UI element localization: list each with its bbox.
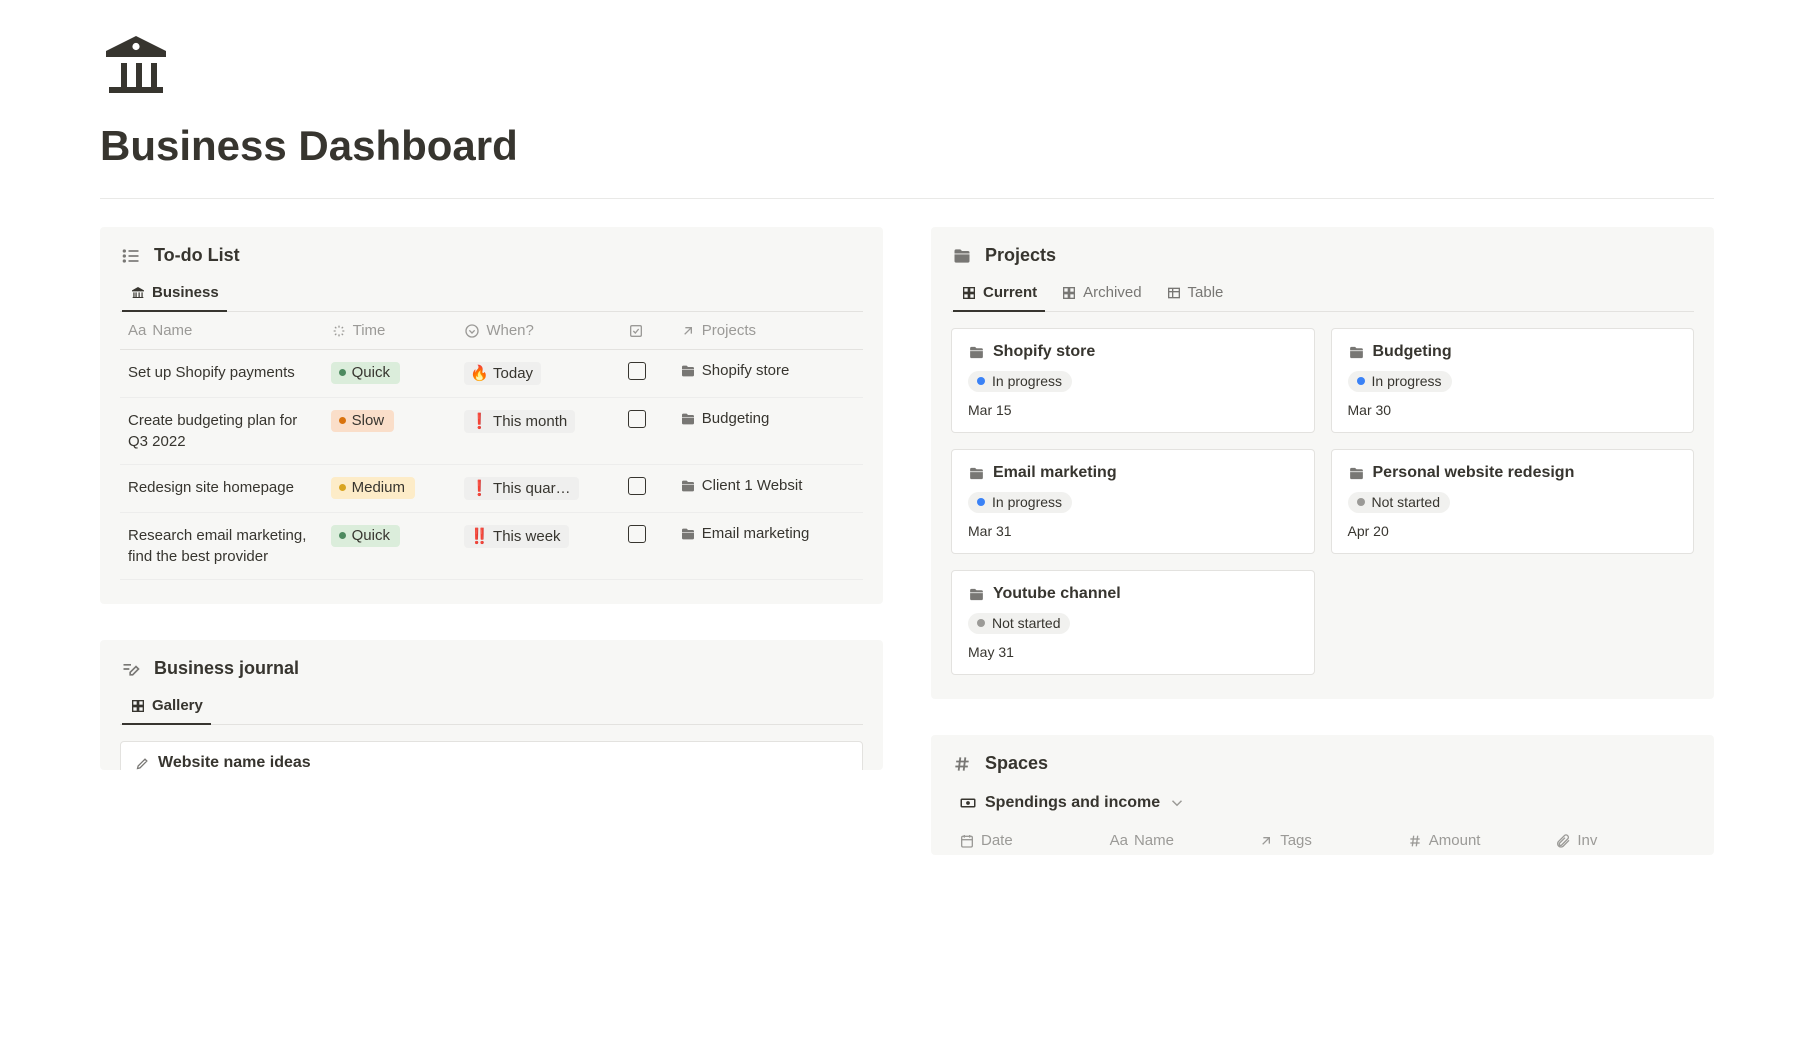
todo-title[interactable]: To-do List [154,245,240,266]
time-pill: Medium [331,477,415,499]
card-title: Personal website redesign [1348,464,1678,482]
col-projects[interactable]: Projects [670,312,863,350]
divider [100,198,1714,199]
col-inv[interactable]: Inv [1545,824,1694,855]
spaces-table: Date AaName Tags Amount Inv [951,824,1694,855]
page-icon[interactable] [100,30,1714,114]
pencil-icon [135,756,150,771]
col-tags[interactable]: Tags [1248,824,1397,855]
col-name[interactable]: AaName [120,312,321,350]
todo-tabs: Business [120,278,863,312]
sparkle-icon [331,323,347,339]
chevron-circle-icon [464,323,480,339]
table-row[interactable]: Research email marketing, find the best … [120,513,863,580]
money-icon [959,794,977,812]
card-date: Mar 30 [1348,402,1678,418]
card-title: Youtube channel [968,585,1298,603]
task-name: Research email marketing, find the best … [128,525,311,567]
card-date: Apr 20 [1348,523,1678,539]
project-link[interactable]: Shopify store [680,362,853,379]
checkbox[interactable] [628,362,646,380]
when-chip: ❗This quar… [464,477,578,500]
status-chip: In progress [968,492,1072,513]
calendar-icon [959,833,975,849]
todo-panel: To-do List Business AaName Time When? Pr… [100,227,883,604]
table-header-row: AaName Time When? Projects [120,312,863,350]
card-title: Email marketing [968,464,1298,482]
bank-icon [130,285,146,301]
hash-icon [951,754,973,774]
checkbox[interactable] [628,477,646,495]
table-row[interactable]: Redesign site homepage Medium ❗This quar… C… [120,465,863,513]
table-icon [1166,285,1182,301]
col-check[interactable] [618,312,670,350]
col-name[interactable]: AaName [1100,824,1249,855]
card-date: Mar 15 [968,402,1298,418]
task-name: Create budgeting plan for Q3 2022 [128,410,311,452]
folder-icon [951,246,973,266]
task-name: Redesign site homepage [128,477,311,498]
journal-panel: Business journal Gallery Website name id… [100,640,883,770]
arrow-up-right-icon [1258,833,1274,849]
list-icon [120,246,142,266]
status-chip: In progress [968,371,1072,392]
spaces-title[interactable]: Spaces [985,753,1048,774]
projects-title[interactable]: Projects [985,245,1056,266]
project-card[interactable]: Shopify store In progress Mar 15 [951,328,1315,433]
status-chip: Not started [968,613,1070,634]
when-chip: ‼️This week [464,525,568,548]
spaces-panel: Spaces Spendings and income Date AaName … [931,735,1714,855]
hash-icon [1407,833,1423,849]
board-icon [1061,285,1077,301]
project-link[interactable]: Client 1 Websit [680,477,853,494]
status-chip: In progress [1348,371,1452,392]
tab-business[interactable]: Business [128,278,221,311]
project-card[interactable]: Personal website redesign Not started Apr … [1331,449,1695,554]
time-pill: Quick [331,362,400,384]
board-icon [130,698,146,714]
project-card[interactable]: Budgeting In progress Mar 30 [1331,328,1695,433]
tab-current[interactable]: Current [959,278,1039,311]
project-link[interactable]: Budgeting [680,410,853,427]
journal-item-title: Website name ideas [158,754,311,770]
checkbox[interactable] [628,525,646,543]
project-card[interactable]: Youtube channel Not started May 31 [951,570,1315,675]
tab-archived[interactable]: Archived [1059,278,1143,311]
checkbox-icon [628,323,644,339]
table-row[interactable]: Create budgeting plan for Q3 2022 Slow ❗Th… [120,398,863,465]
tab-gallery[interactable]: Gallery [128,691,205,724]
card-date: Mar 31 [968,523,1298,539]
journal-item[interactable]: Website name ideas [120,741,863,770]
card-title: Shopify store [968,343,1298,361]
col-time[interactable]: Time [321,312,455,350]
chevron-down-icon [1168,794,1186,812]
table-row[interactable]: Set up Shopify payments Quick 🔥Today Shopif… [120,350,863,398]
board-icon [961,285,977,301]
col-amount[interactable]: Amount [1397,824,1546,855]
tab-table[interactable]: Table [1164,278,1226,311]
card-date: May 31 [968,644,1298,660]
col-when[interactable]: When? [454,312,617,350]
when-chip: 🔥Today [464,362,541,385]
tab-label: Business [152,284,219,301]
spaces-view-selector[interactable]: Spendings and income [951,786,1694,824]
time-pill: Quick [331,525,400,547]
arrow-up-right-icon [680,323,696,339]
status-chip: Not started [1348,492,1450,513]
attachment-icon [1555,833,1571,849]
checkbox[interactable] [628,410,646,428]
page-title: Business Dashboard [100,122,1714,170]
journal-title[interactable]: Business journal [154,658,299,679]
projects-panel: Projects Current Archived Table Shopify … [931,227,1714,699]
project-card[interactable]: Email marketing In progress Mar 31 [951,449,1315,554]
task-name: Set up Shopify payments [128,362,311,383]
col-date[interactable]: Date [951,824,1100,855]
project-link[interactable]: Email marketing [680,525,853,542]
card-title: Budgeting [1348,343,1678,361]
when-chip: ❗This month [464,410,575,433]
edit-icon [120,659,142,679]
todo-table: AaName Time When? Projects Set up Shopif… [120,312,863,580]
time-pill: Slow [331,410,395,432]
